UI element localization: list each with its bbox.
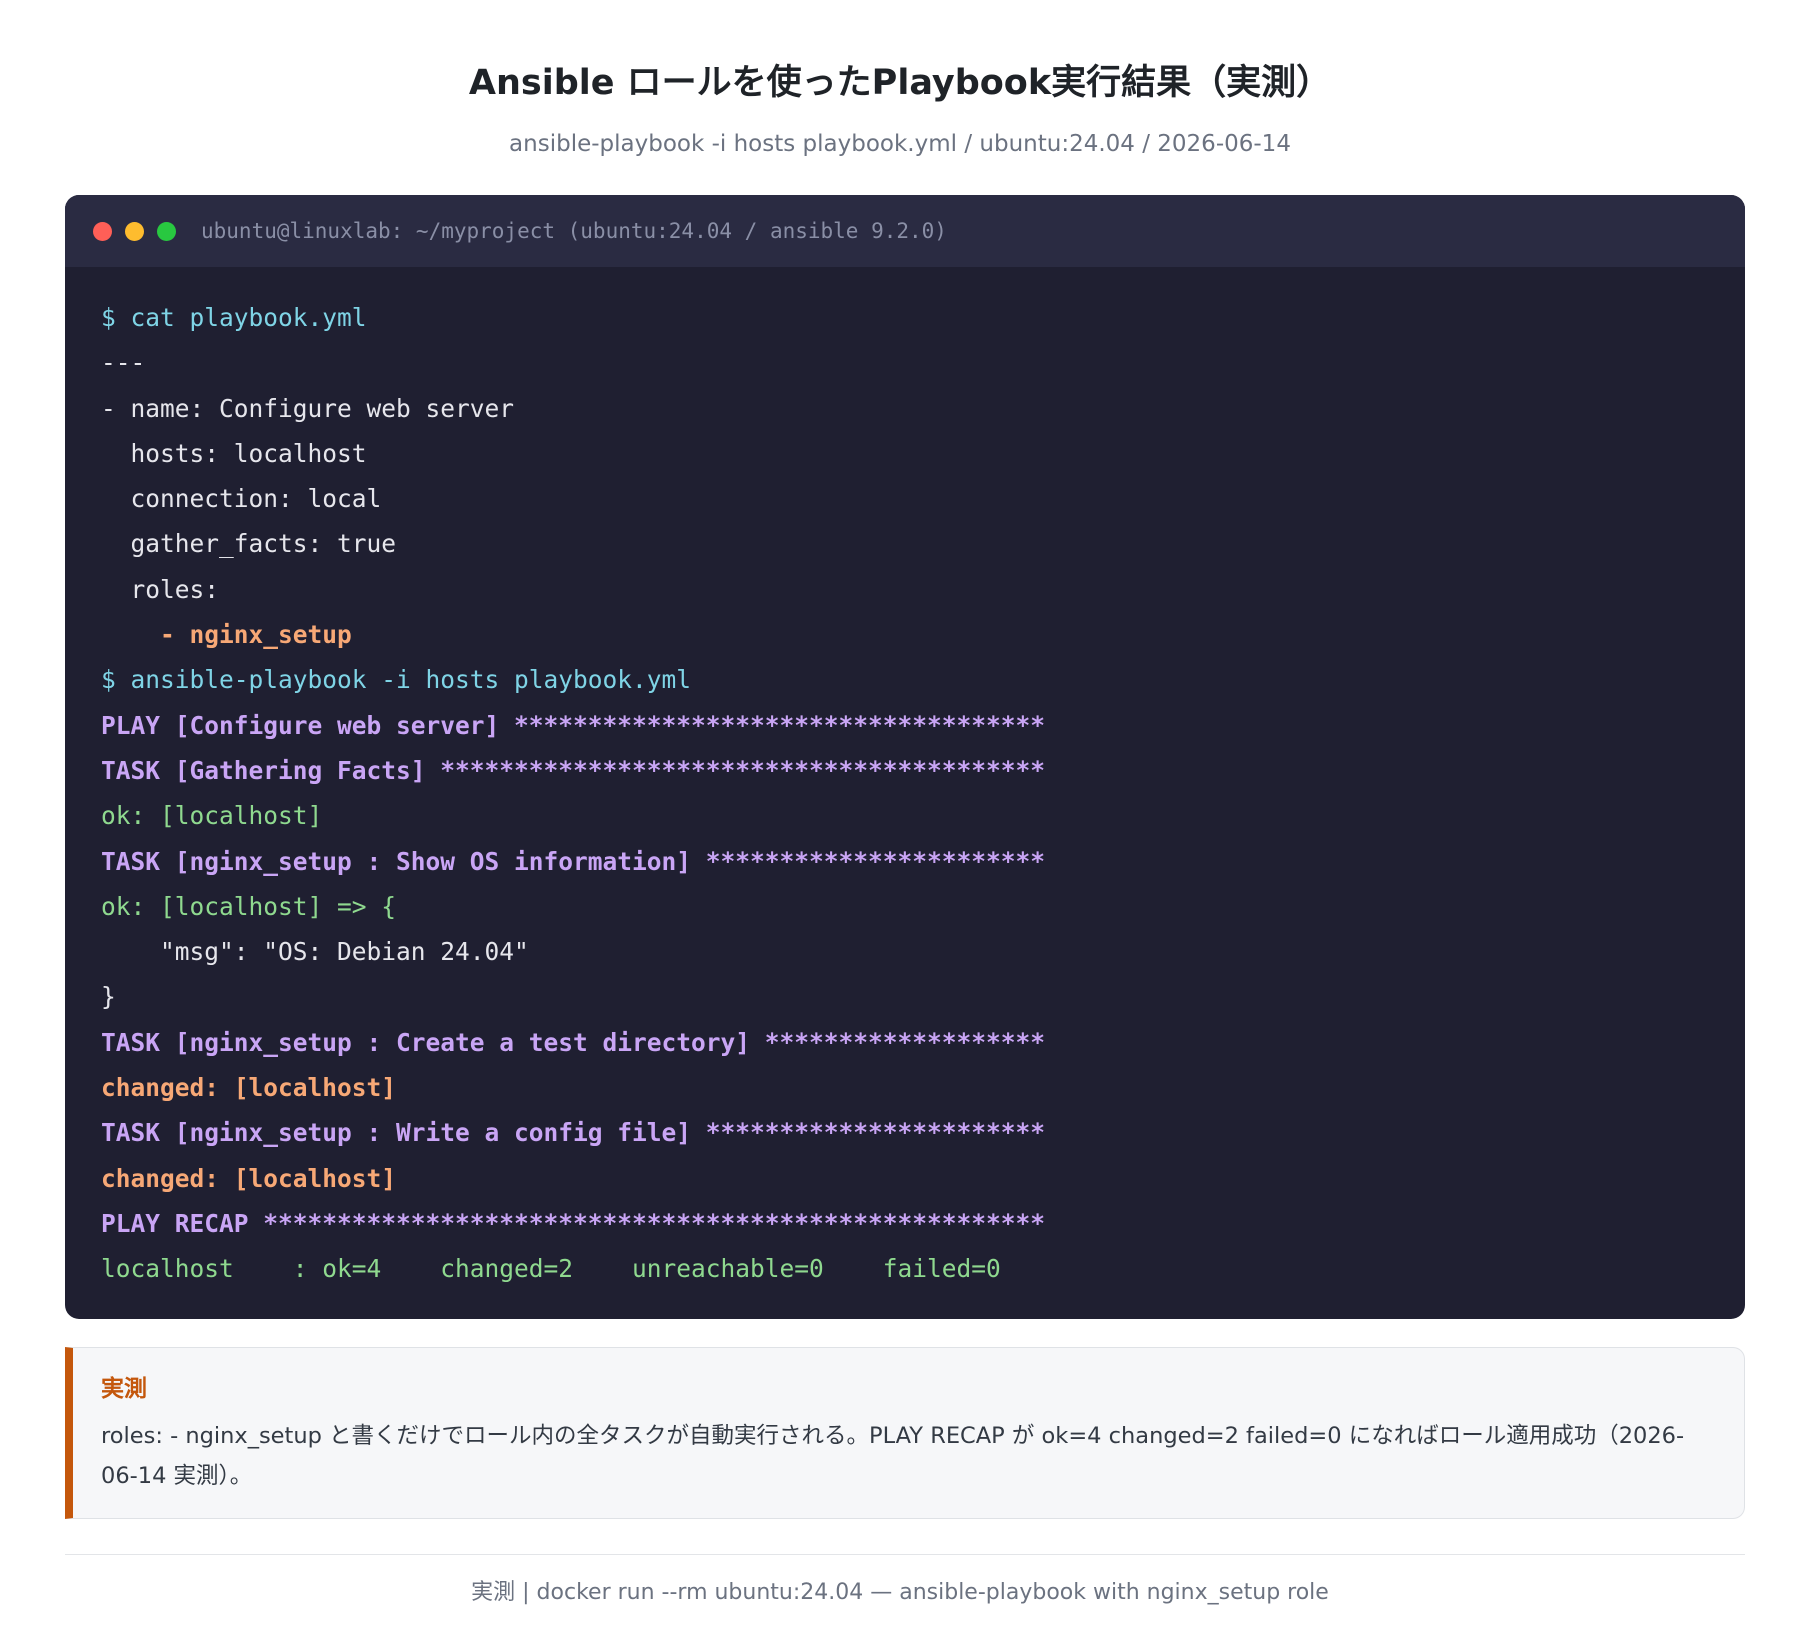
note-label: 実測 bbox=[101, 1376, 147, 1402]
terminal-line-text: --- bbox=[101, 348, 146, 378]
terminal-line-head: TASK [Gathering Facts] *****************… bbox=[101, 755, 1046, 785]
terminal-title-bar: ubuntu@linuxlab: ~/myproject (ubuntu:24.… bbox=[65, 195, 1745, 267]
terminal-line-cmd: $ ansible-playbook -i hosts playbook.yml bbox=[101, 665, 692, 695]
terminal-line-text: gather_facts: true bbox=[101, 529, 397, 559]
terminal-window: ubuntu@linuxlab: ~/myproject (ubuntu:24.… bbox=[65, 195, 1745, 1319]
minimize-window-icon[interactable] bbox=[125, 221, 144, 241]
footer-divider bbox=[65, 1554, 1745, 1555]
terminal-line-text: connection: local bbox=[101, 484, 382, 514]
page-subtitle: ansible-playbook -i hosts playbook.yml /… bbox=[509, 131, 1291, 157]
page-title: Ansible ロールを使ったPlaybook実行結果（実測） bbox=[468, 63, 1332, 103]
terminal-line-cmd: $ cat playbook.yml bbox=[101, 303, 367, 332]
terminal-line-ok: ok: [localhost] => { bbox=[101, 891, 397, 921]
terminal-line-head: PLAY [Configure web server] ************… bbox=[101, 710, 1046, 740]
footer-text: 実測 | docker run --rm ubuntu:24.04 — ansi… bbox=[471, 1580, 1329, 1605]
terminal-line-text: roles: bbox=[101, 574, 220, 604]
terminal-line-ok: localhost : ok=4 changed=2 unreachable=0… bbox=[101, 1254, 1001, 1284]
terminal-line-text: - name: Configure web server bbox=[101, 393, 515, 423]
terminal-line-ok: ok: [localhost] bbox=[101, 801, 323, 831]
measurement-note: 実測 roles: - nginx_setup と書くだけでロール内の全タスクが… bbox=[65, 1347, 1745, 1519]
note-text: roles: - nginx_setup と書くだけでロール内の全タスクが自動実… bbox=[101, 1423, 1685, 1489]
terminal-line-changed: changed: [localhost] bbox=[101, 1073, 397, 1103]
terminal-line-text: "msg": "OS: Debian 24.04" bbox=[101, 937, 529, 967]
maximize-window-icon[interactable] bbox=[157, 221, 176, 241]
terminal-line-changed: changed: [localhost] bbox=[101, 1163, 397, 1193]
terminal-line-text: hosts: localhost bbox=[101, 438, 367, 468]
terminal-line-head: TASK [nginx_setup : Show OS information]… bbox=[101, 846, 1046, 876]
terminal-output[interactable]: $ cat playbook.yml --- - name: Configure w… bbox=[65, 267, 1745, 1292]
close-window-icon[interactable] bbox=[93, 221, 112, 241]
terminal-line-head: TASK [nginx_setup : Create a test direct… bbox=[101, 1027, 1046, 1057]
page: Ansible ロールを使ったPlaybook実行結果（実測） ansible-… bbox=[0, 0, 1800, 1642]
terminal-line-text: } bbox=[101, 982, 116, 1012]
terminal-line-head: TASK [nginx_setup : Write a config file]… bbox=[101, 1118, 1046, 1148]
terminal-line-role: - nginx_setup bbox=[101, 620, 352, 650]
terminal-title: ubuntu@linuxlab: ~/myproject (ubuntu:24.… bbox=[201, 219, 947, 243]
terminal-line-head: PLAY RECAP *****************************… bbox=[101, 1208, 1046, 1238]
